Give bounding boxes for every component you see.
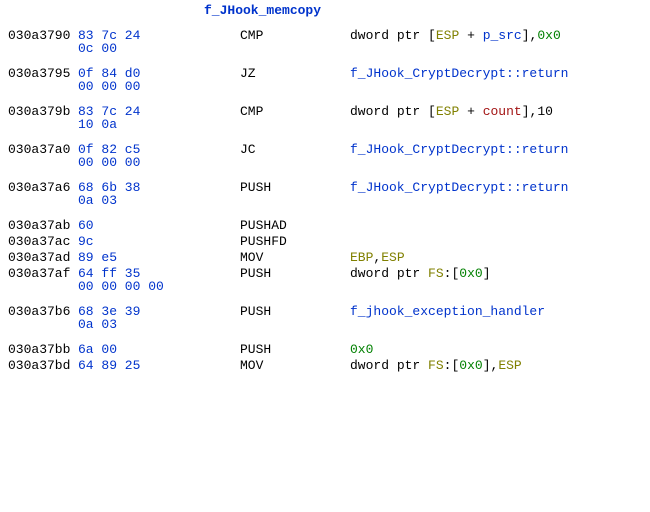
address-cell <box>8 80 78 93</box>
bytes-cell: 00 00 00 <box>78 80 240 93</box>
operand-cell: f_JHook_CryptDecrypt::return <box>350 181 568 194</box>
bytes-cell: 6a 00 <box>78 343 240 356</box>
operand-cell: f_jhook_exception_handler <box>350 305 568 318</box>
disassembly-row-bytes-cont: 00 00 00 00 <box>8 280 568 293</box>
bytes-cell: 9c <box>78 235 240 248</box>
operand-cell: dword ptr [ESP + p_src],0x0 <box>350 29 568 42</box>
disassembly-row-bytes-cont: 0c 00 <box>8 42 568 55</box>
disassembly-table: 030a379083 7c 24CMPdword ptr [ESP + p_sr… <box>8 29 568 375</box>
operand-cell: f_JHook_CryptDecrypt::return <box>350 67 568 80</box>
address-cell: 030a3790 <box>8 29 78 42</box>
mnemonic-cell: MOV <box>240 251 350 264</box>
disassembly-row-bytes-cont: 0a 03 <box>8 318 568 331</box>
mnemonic-cell: PUSH <box>240 181 350 194</box>
mnemonic-cell: PUSHFD <box>240 235 350 248</box>
bytes-cell: 89 e5 <box>78 251 240 264</box>
bytes-cell: 10 0a <box>78 118 240 131</box>
address-cell: 030a37bd <box>8 359 78 372</box>
mnemonic-cell: JC <box>240 143 350 156</box>
function-label: f_JHook_memcopy <box>204 3 321 18</box>
mnemonic-cell: MOV <box>240 359 350 372</box>
address-cell <box>8 194 78 207</box>
operand-cell <box>350 219 568 232</box>
address-cell: 030a37ab <box>8 219 78 232</box>
mnemonic-cell: PUSH <box>240 305 350 318</box>
bytes-cell: 60 <box>78 219 240 232</box>
mnemonic-cell: CMP <box>240 29 350 42</box>
disassembly-row: 030a37bb6a 00PUSH0x0 <box>8 343 568 356</box>
disassembly-row-bytes-cont: 00 00 00 <box>8 156 568 169</box>
bytes-cell: 00 00 00 00 <box>78 280 240 293</box>
mnemonic-cell: PUSHAD <box>240 219 350 232</box>
address-cell: 030a37b6 <box>8 305 78 318</box>
disassembly-row-bytes-cont: 10 0a <box>8 118 568 131</box>
mnemonic-cell: PUSH <box>240 267 350 280</box>
operand-cell: dword ptr FS:[0x0] <box>350 267 568 280</box>
bytes-cell: 0c 00 <box>78 42 240 55</box>
operand-cell: EBP,ESP <box>350 251 568 264</box>
address-cell <box>8 280 78 293</box>
bytes-cell: 0a 03 <box>78 318 240 331</box>
disassembly-row: 030a37ac9cPUSHFD <box>8 235 568 248</box>
disassembly-row: 030a37ad89 e5MOVEBP,ESP <box>8 251 568 264</box>
address-cell: 030a37a6 <box>8 181 78 194</box>
address-cell: 030a37ac <box>8 235 78 248</box>
address-cell: 030a379b <box>8 105 78 118</box>
function-label-line: f_JHook_memcopy <box>8 4 650 17</box>
mnemonic-cell: PUSH <box>240 343 350 356</box>
operand-cell: 0x0 <box>350 343 568 356</box>
address-cell: 030a37bb <box>8 343 78 356</box>
address-cell <box>8 118 78 131</box>
operand-cell <box>350 235 568 248</box>
bytes-cell: 64 89 25 <box>78 359 240 372</box>
disassembly-row: 030a37ab60PUSHAD <box>8 219 568 232</box>
address-cell: 030a37a0 <box>8 143 78 156</box>
bytes-cell: 00 00 00 <box>78 156 240 169</box>
mnemonic-cell: JZ <box>240 67 350 80</box>
disassembly-row-bytes-cont: 0a 03 <box>8 194 568 207</box>
bytes-cell: 0a 03 <box>78 194 240 207</box>
operand-cell: dword ptr FS:[0x0],ESP <box>350 359 568 372</box>
address-cell <box>8 318 78 331</box>
mnemonic-cell: CMP <box>240 105 350 118</box>
address-cell: 030a37af <box>8 267 78 280</box>
operand-cell: f_JHook_CryptDecrypt::return <box>350 143 568 156</box>
address-cell <box>8 42 78 55</box>
address-cell <box>8 156 78 169</box>
disassembly-row: 030a37bd64 89 25MOVdword ptr FS:[0x0],ES… <box>8 359 568 372</box>
operand-cell: dword ptr [ESP + count],10 <box>350 105 568 118</box>
disassembly-row-bytes-cont: 00 00 00 <box>8 80 568 93</box>
disassembly-listing: f_JHook_memcopy 030a379083 7c 24CMPdword… <box>0 0 650 375</box>
address-cell: 030a3795 <box>8 67 78 80</box>
address-cell: 030a37ad <box>8 251 78 264</box>
